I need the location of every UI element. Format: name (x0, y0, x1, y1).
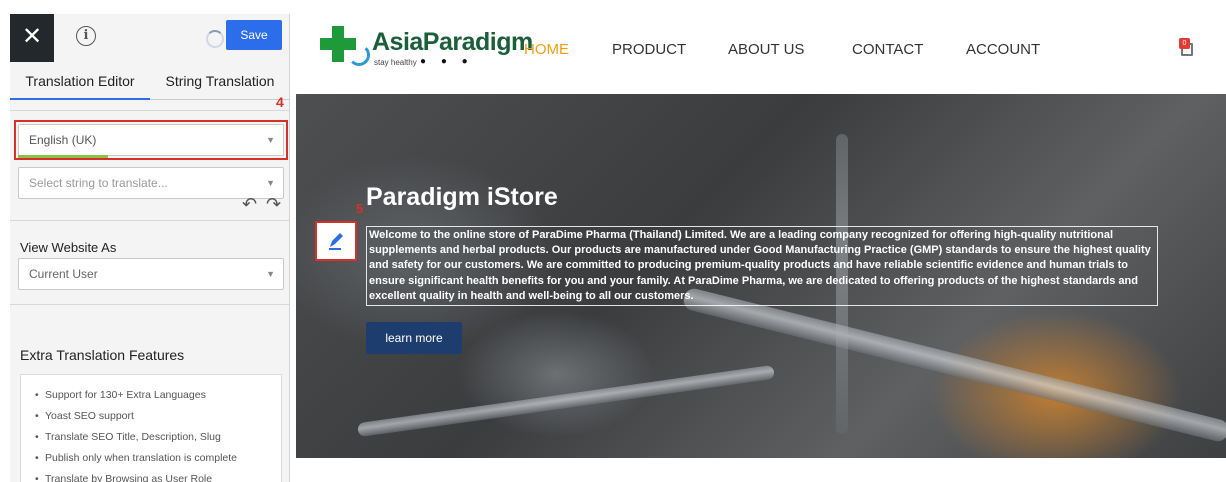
chevron-down-icon: ▼ (266, 135, 275, 145)
site-header: AsiaParadigm stay healthy ● ● ● HOME PRO… (296, 0, 1226, 94)
hero-description[interactable]: Welcome to the online store of ParaDime … (366, 226, 1158, 307)
view-as-value: Current User (29, 267, 98, 281)
translation-panel: ✕ i Save Translation Editor String Trans… (10, 14, 290, 482)
divider (10, 304, 289, 305)
extra-features-box: Support for 130+ Extra Languages Yoast S… (20, 374, 282, 482)
step-marker-5: 5 (356, 201, 364, 216)
tab-string-translation[interactable]: String Translation (150, 62, 289, 100)
undo-icon[interactable]: ↶ (242, 194, 257, 215)
nav-about-us[interactable]: ABOUT US (728, 41, 804, 58)
website-preview: AsiaParadigm stay healthy ● ● ● HOME PRO… (296, 0, 1226, 482)
view-as-select[interactable]: Current User ▼ (18, 258, 284, 290)
panel-tabs: Translation Editor String Translation (10, 62, 289, 100)
tab-translation-editor[interactable]: Translation Editor (10, 62, 150, 100)
site-logo[interactable]: AsiaParadigm stay healthy ● ● ● (320, 26, 533, 76)
background-pipe (681, 286, 1226, 444)
list-item: Translate by Browsing as User Role (35, 469, 269, 482)
divider (10, 110, 289, 111)
step-marker-4: 4 (276, 94, 284, 110)
list-item: Yoast SEO support (35, 406, 269, 427)
nav-product[interactable]: PRODUCT (612, 41, 686, 58)
language-select[interactable]: English (UK) ▼ (18, 124, 284, 156)
panel-topbar: ✕ i Save (10, 14, 289, 62)
edit-pencil-button[interactable] (315, 221, 357, 261)
background-pipe (357, 364, 775, 438)
close-icon: ✕ (21, 23, 43, 50)
list-item: Support for 130+ Extra Languages (35, 385, 269, 406)
hero-title: Paradigm iStore (366, 183, 558, 211)
pencil-icon (324, 229, 348, 253)
cart-count-badge: 0 (1179, 38, 1190, 49)
logo-tagline: stay healthy (374, 58, 417, 67)
close-button[interactable]: ✕ (10, 14, 54, 62)
nav-home[interactable]: HOME (524, 41, 569, 58)
save-button[interactable]: Save (226, 20, 282, 50)
logo-name: AsiaParadigm (372, 28, 533, 56)
info-icon[interactable]: i (76, 26, 96, 46)
hero-banner: Paradigm iStore 5 Welcome to the online … (296, 94, 1226, 458)
extra-features-title: Extra Translation Features (20, 347, 185, 363)
swoosh-icon (348, 44, 370, 66)
divider (10, 220, 289, 221)
nav-contact[interactable]: CONTACT (852, 41, 923, 58)
list-item: Publish only when translation is complet… (35, 448, 269, 469)
loading-spinner-icon (206, 30, 224, 48)
learn-more-button[interactable]: learn more (366, 322, 462, 354)
language-select-value: English (UK) (29, 133, 97, 147)
chevron-down-icon: ▼ (266, 269, 275, 279)
list-item: Translate SEO Title, Description, Slug (35, 427, 269, 448)
nav-account[interactable]: ACCOUNT (966, 41, 1040, 58)
view-as-label: View Website As (20, 240, 117, 255)
redo-icon[interactable]: ↷ (266, 194, 281, 215)
string-select-placeholder: Select string to translate... (29, 176, 168, 190)
logo-dots: ● ● ● (420, 56, 474, 67)
cart-icon[interactable]: 0 (1179, 38, 1195, 56)
extra-features-list: Support for 130+ Extra Languages Yoast S… (35, 385, 269, 482)
language-progress-bar (18, 155, 108, 158)
